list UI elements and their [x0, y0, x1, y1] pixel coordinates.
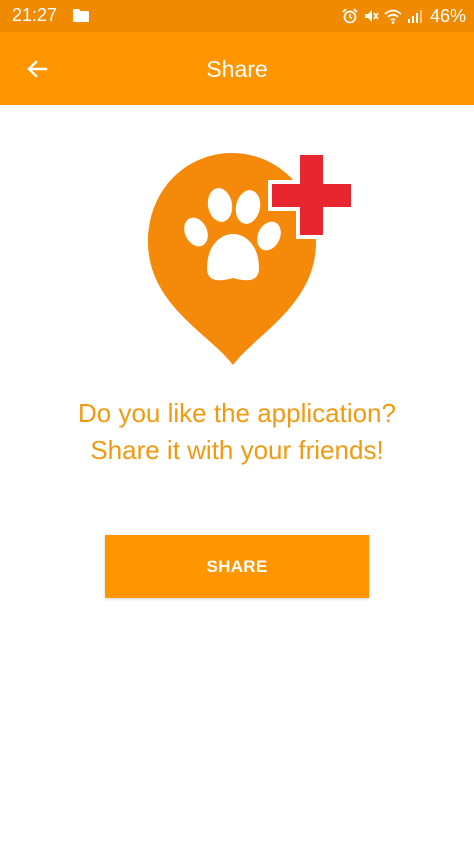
- page-title: Share: [206, 56, 268, 82]
- share-prompt: Do you like the application? Share it wi…: [0, 395, 474, 469]
- folder-icon: [73, 9, 89, 22]
- signal-icon: [407, 10, 422, 23]
- battery-level: 46%: [429, 5, 466, 26]
- wifi-icon: [384, 9, 402, 24]
- status-bar: 21:27 46%: [0, 0, 474, 32]
- prompt-line-2: Share it with your friends!: [90, 435, 384, 465]
- app-bar: Share: [0, 32, 474, 105]
- share-button[interactable]: SHARE: [105, 535, 369, 598]
- status-time: 21:27: [12, 5, 58, 25]
- prompt-line-1: Do you like the application?: [78, 398, 396, 428]
- mute-icon: [364, 10, 379, 22]
- status-icons: 46%: [342, 3, 466, 29]
- alarm-icon: [342, 8, 358, 24]
- app-logo: [148, 151, 355, 365]
